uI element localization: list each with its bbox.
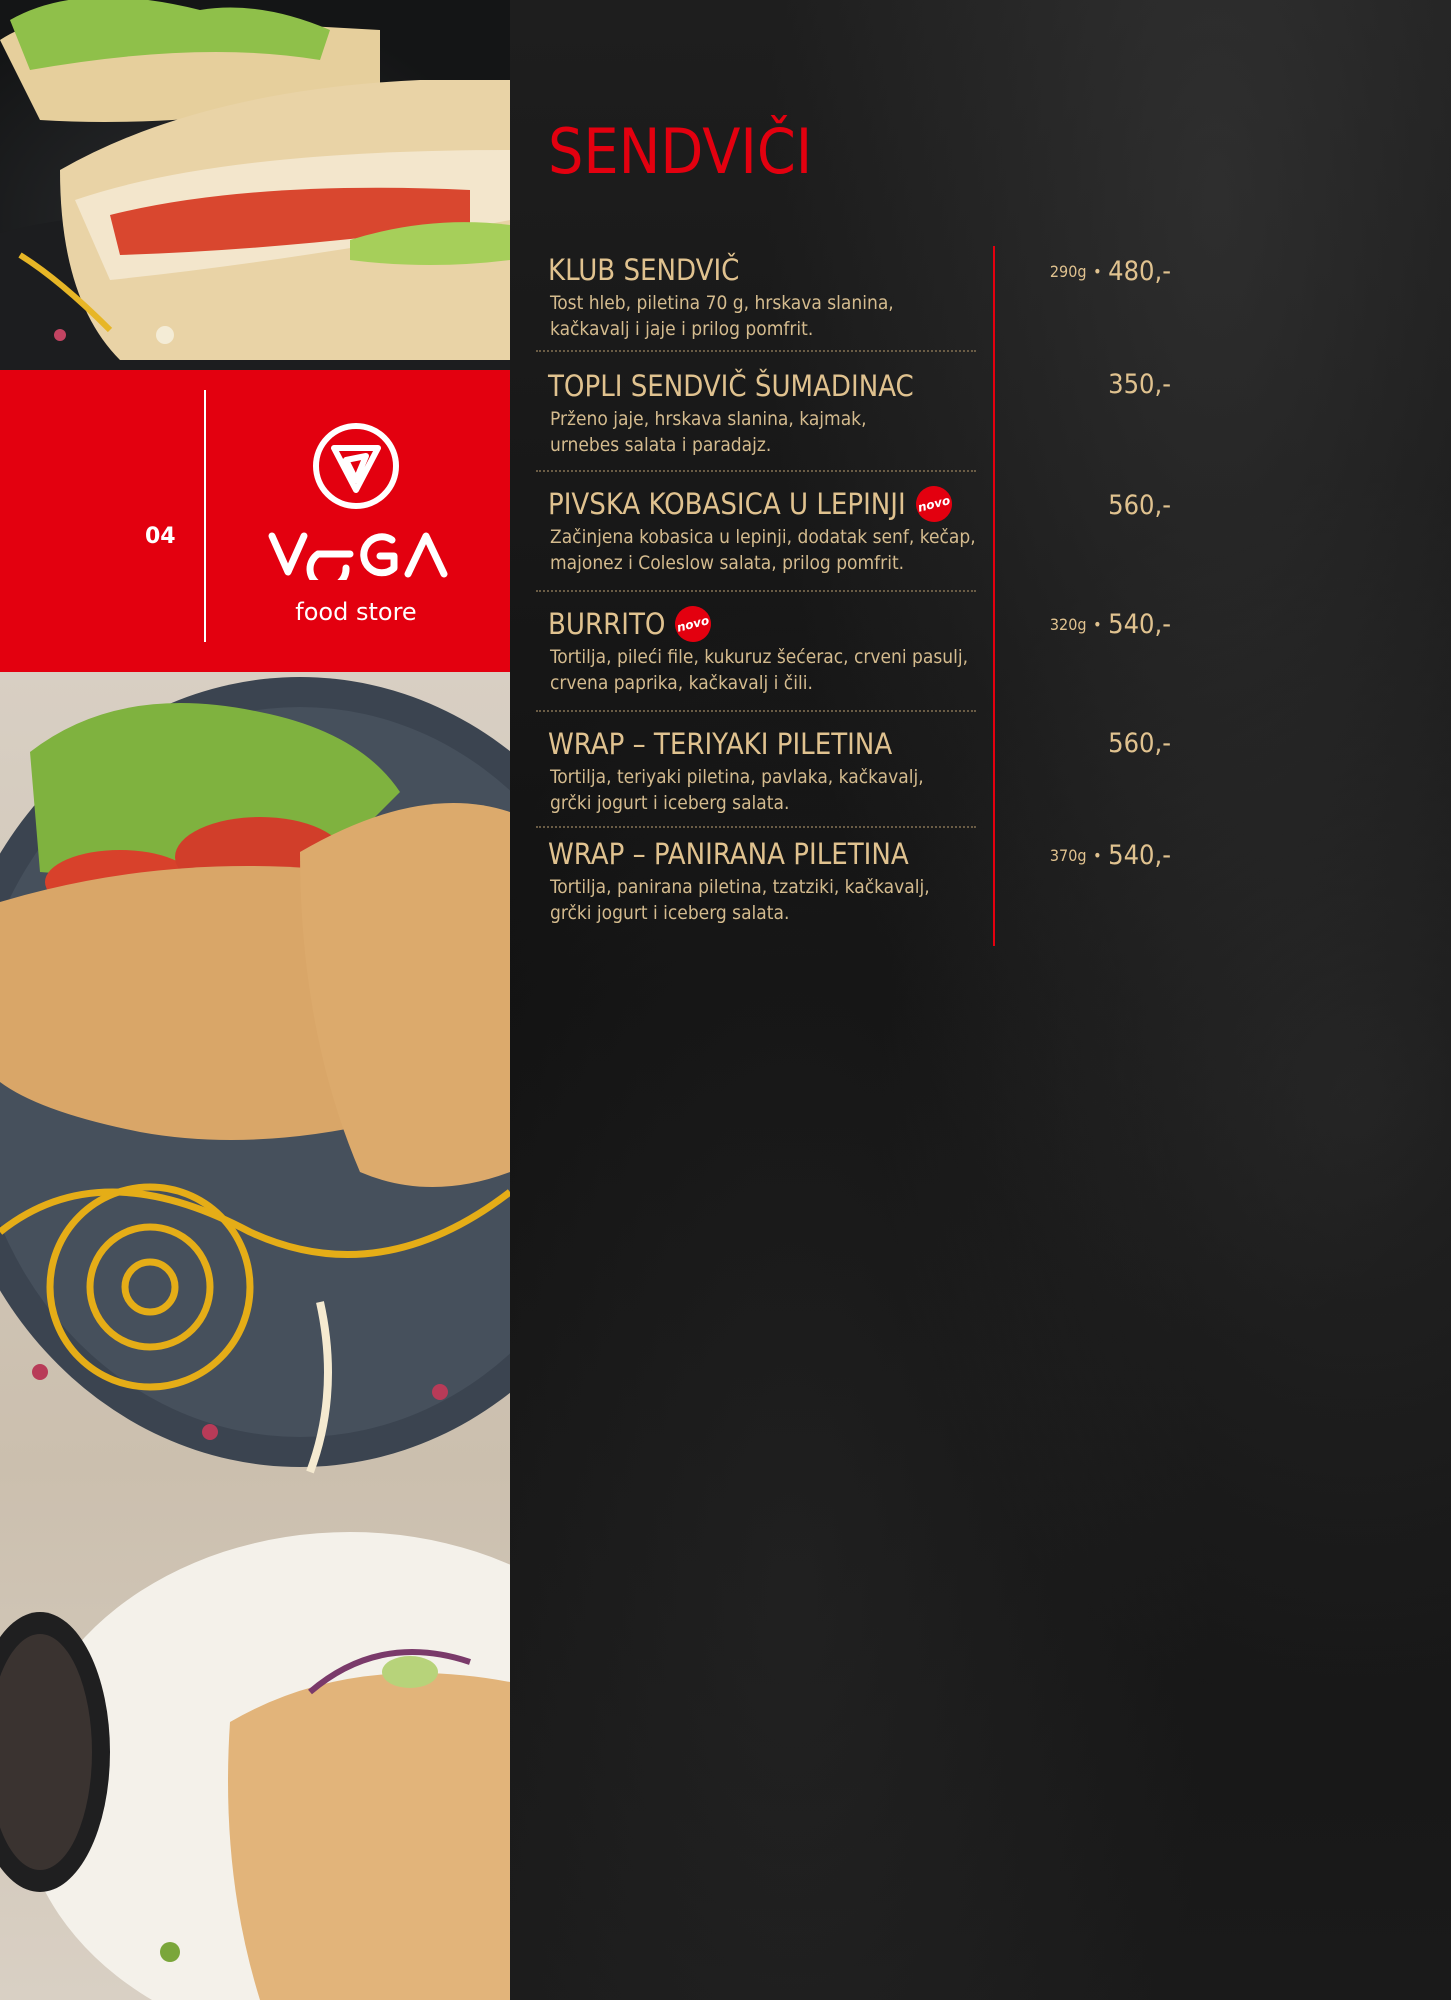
item-weight: 290g [1049,262,1087,281]
item-description-line: urnebes salata i paradajz. [550,434,772,456]
left-photo-column [0,0,510,2000]
item-description-line: Začinjena kobasica u lepinji, dodatak se… [550,526,976,548]
vega-logo-icon [313,423,399,509]
item-price: 540,- [1108,609,1171,640]
item-name: WRAP – TERIYAKI PILETINA [548,727,893,761]
item-weight: 320g [1049,615,1087,634]
item-description: Tortilja, pileći file, kukuruz šećerac, … [548,644,978,696]
new-badge: novo [911,482,956,526]
item-name: KLUB SENDVIČ [548,253,740,287]
item-description-line: Tost hleb, piletina 70 g, hrskava slanin… [550,292,894,314]
sandwich-photo [0,0,510,370]
item-price: 560,- [1108,490,1171,521]
section-title: SENDVIČI [548,115,813,188]
item-weight: 370g [1049,846,1087,865]
item-description: Prženo jaje, hrskava slanina, kajmak, ur… [548,406,978,458]
item-description-line: grčki jogurt i iceberg salata. [550,902,790,924]
page-number: 04 [145,524,176,549]
menu-item-burrito: BURRITO novo Tortilja, pileći file, kukur… [548,602,978,696]
item-separator [536,590,976,592]
item-separator [536,350,976,352]
item-price-row: 320g • 540,- [1050,609,1171,640]
item-price: 560,- [1108,728,1171,759]
item-price-row: 290g • 480,- [1050,256,1171,287]
menu-item-wrap-panirana: WRAP – PANIRANA PILETINA Tortilja, panir… [548,836,978,926]
price-column-divider [993,246,995,946]
item-price-row: 560,- [1108,728,1171,759]
vega-logo-wordmark [268,532,448,580]
brand-divider [204,390,206,642]
item-description-line: Tortilja, pileći file, kukuruz šećerac, … [550,646,969,668]
item-price: 540,- [1108,840,1171,871]
item-description-line: Prženo jaje, hrskava slanina, kajmak, [550,408,867,430]
item-description-line: crvena paprika, kačkavalj i čili. [550,672,813,694]
item-description: Tost hleb, piletina 70 g, hrskava slanin… [548,290,978,342]
item-name: BURRITO [548,607,666,641]
menu-item-pivska-kobasica: PIVSKA KOBASICA U LEPINJI novo Začinjena … [548,482,978,576]
menu-item-topli-sendvic: TOPLI SENDVIČ ŠUMADINAC Prženo jaje, hrs… [548,368,978,458]
menu-item-wrap-teriyaki: WRAP – TERIYAKI PILETINA Tortilja, teriy… [548,726,978,816]
item-description-line: Tortilja, teriyaki piletina, pavlaka, ka… [550,766,924,788]
item-price-row: 350,- [1108,369,1171,400]
brand-subtitle: food store [295,598,417,626]
item-separator [536,710,976,712]
item-price: 480,- [1108,256,1171,287]
item-description: Tortilja, teriyaki piletina, pavlaka, ka… [548,764,978,816]
item-description-line: Tortilja, panirana piletina, tzatziki, k… [550,876,930,898]
item-description: Začinjena kobasica u lepinji, dodatak se… [548,524,978,576]
weight-price-separator: • [1093,846,1102,865]
item-separator [536,826,976,828]
new-badge: novo [671,602,716,646]
item-name: WRAP – PANIRANA PILETINA [548,837,909,871]
item-price-row: 560,- [1108,490,1171,521]
item-description-line: grčki jogurt i iceberg salata. [550,792,790,814]
sandwich-plate-photo [0,672,510,2000]
item-price: 350,- [1108,369,1171,400]
item-description-line: majonez i Coleslow salata, prilog pomfri… [550,552,905,574]
item-separator [536,470,976,472]
weight-price-separator: • [1093,615,1102,634]
item-description: Tortilja, panirana piletina, tzatziki, k… [548,874,978,926]
item-name: PIVSKA KOBASICA U LEPINJI [548,487,906,521]
brand-block [0,370,510,672]
item-price-row: 370g • 540,- [1050,840,1171,871]
item-description-line: kačkavalj i jaje i prilog pomfrit. [550,318,814,340]
menu-item-klub-sendvic: KLUB SENDVIČ Tost hleb, piletina 70 g, h… [548,252,978,342]
item-name: TOPLI SENDVIČ ŠUMADINAC [548,369,914,403]
weight-price-separator: • [1093,262,1102,281]
